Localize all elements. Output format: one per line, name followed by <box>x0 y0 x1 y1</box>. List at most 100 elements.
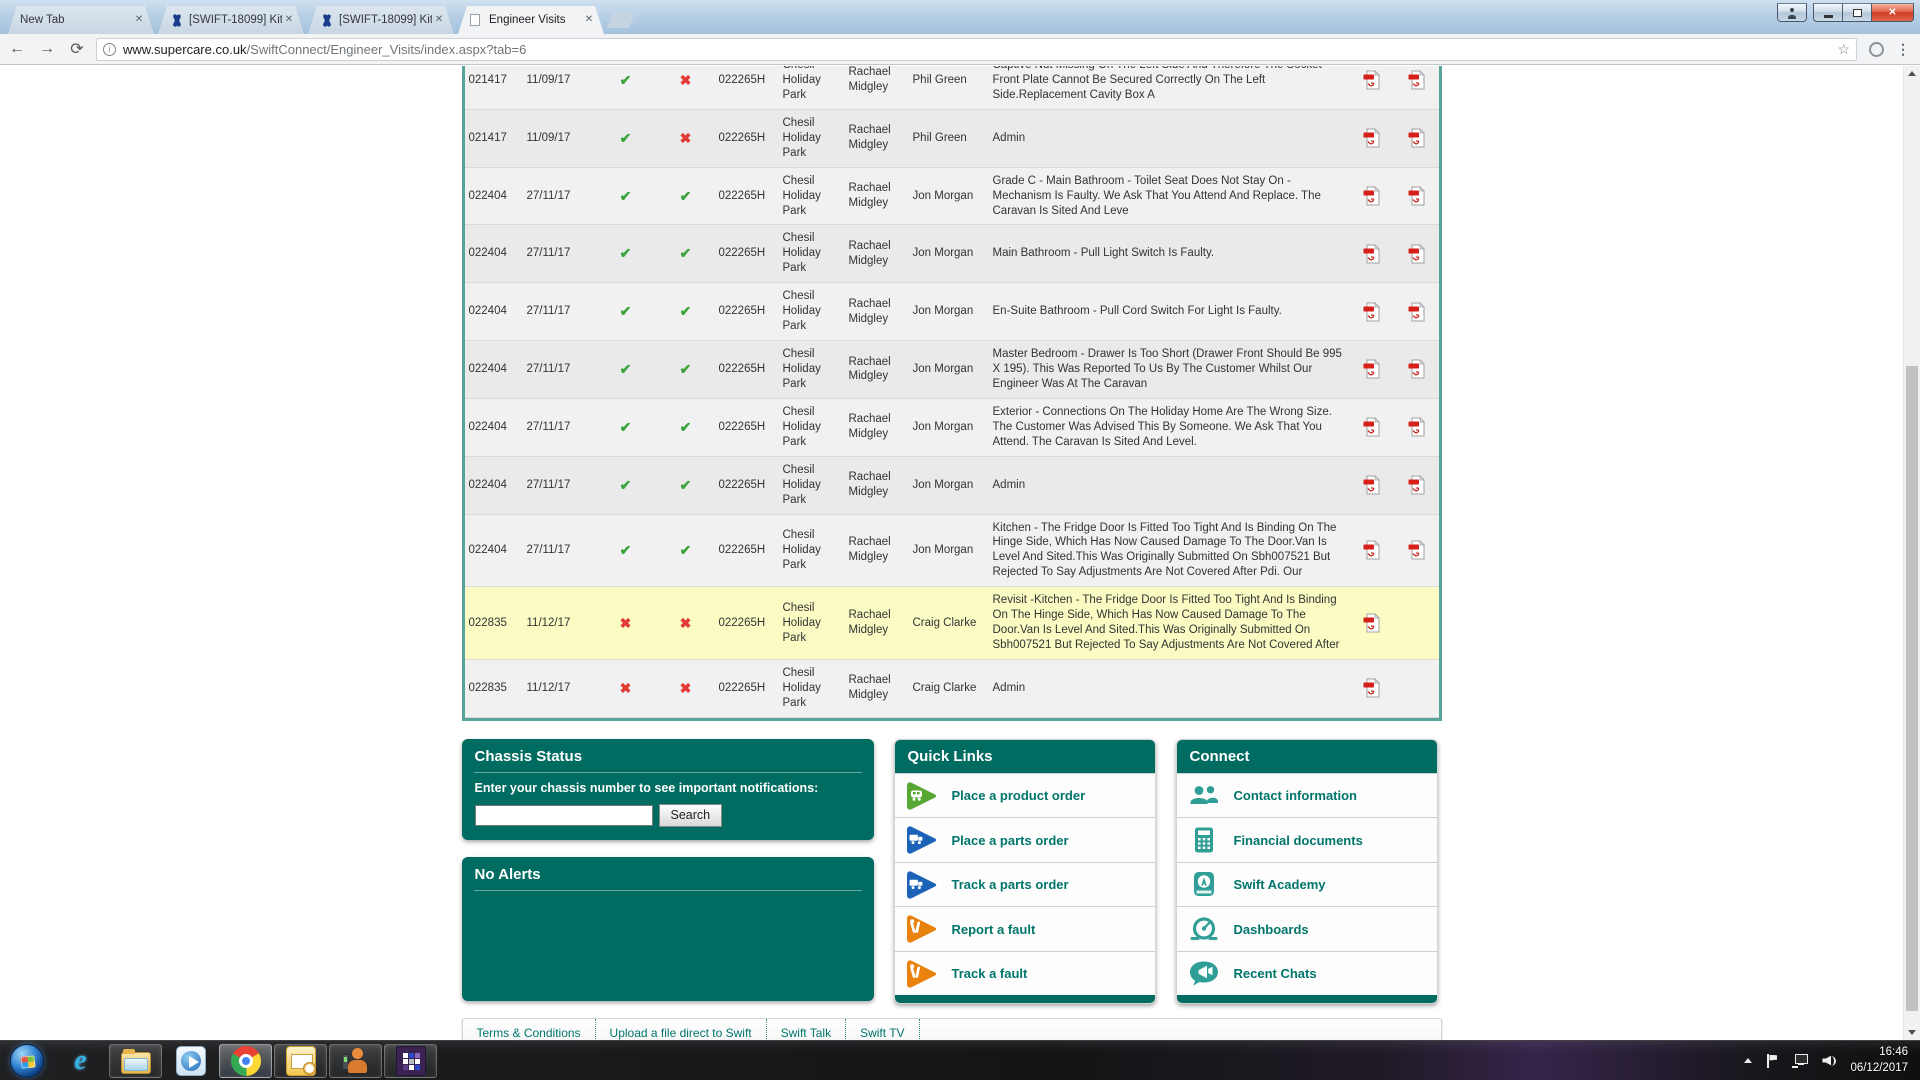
pdf-invoice-icon[interactable] <box>1408 74 1425 86</box>
pdf-invoice-icon[interactable] <box>1408 248 1425 260</box>
taskbar-app-button[interactable] <box>219 1044 272 1078</box>
maximize-button[interactable] <box>1842 3 1871 22</box>
pdf-invoice-icon[interactable] <box>1408 364 1425 376</box>
quick-link-item[interactable]: Place a product order <box>895 773 1155 818</box>
engineer-cell: Jon Morgan <box>909 456 989 514</box>
site-info-icon[interactable]: i <box>103 43 116 56</box>
pdf-report-icon[interactable] <box>1363 132 1380 144</box>
volume-icon[interactable] <box>1822 1054 1838 1068</box>
back-button[interactable]: ← <box>4 37 30 61</box>
pdf-report-icon[interactable] <box>1363 617 1380 629</box>
tray-expand-icon[interactable] <box>1744 1058 1752 1063</box>
tab-close-icon[interactable] <box>582 13 596 27</box>
pdf-report-icon[interactable] <box>1363 421 1380 433</box>
address-bar[interactable]: i www.supercare.co.uk/SwiftConnect/Engin… <box>96 38 1857 61</box>
contact-cell: Rachael Midgley <box>845 514 909 587</box>
pdf-report-icon[interactable] <box>1363 682 1380 694</box>
clock[interactable]: 16:46 06/12/2017 <box>1850 1045 1908 1076</box>
taskbar-app-button[interactable] <box>274 1044 327 1078</box>
pdf-report-icon[interactable] <box>1363 479 1380 491</box>
footer-link[interactable]: Upload a file direct to Swift <box>596 1019 767 1040</box>
engineer-cell: Jon Morgan <box>909 225 989 283</box>
start-button[interactable] <box>10 1044 44 1078</box>
scrollbar-up-arrow[interactable] <box>1904 66 1920 81</box>
quick-link-item[interactable]: Track a fault <box>895 951 1155 996</box>
quick-link-item[interactable]: Report a fault <box>895 906 1155 951</box>
footer-link[interactable]: Terms & Conditions <box>463 1019 596 1040</box>
engineer-cell: Phil Green <box>909 66 989 109</box>
engineer-cell: Jon Morgan <box>909 167 989 225</box>
scrollbar-down-arrow[interactable] <box>1904 1025 1920 1040</box>
taskbar-app-button[interactable] <box>109 1044 162 1078</box>
report-status-icon: ✖ <box>680 680 692 696</box>
bookmark-star-icon[interactable]: ☆ <box>1837 41 1850 58</box>
date-cell: 11/12/17 <box>523 660 595 718</box>
minimize-button[interactable] <box>1813 3 1842 22</box>
browser-tab[interactable]: New Tab <box>8 6 154 34</box>
browser-tab[interactable]: [SWIFT-18099] Kitchen - <box>308 6 454 34</box>
taskbar-app-button[interactable] <box>164 1044 217 1078</box>
pdf-report-icon[interactable] <box>1363 74 1380 86</box>
date-cell: 11/09/17 <box>523 109 595 167</box>
connect-item[interactable]: Recent Chats <box>1177 951 1437 996</box>
connect-item[interactable]: Dashboards <box>1177 906 1437 951</box>
action-center-flag-icon[interactable] <box>1766 1054 1778 1068</box>
table-row: 021417 11/09/17 ✔ ✖ 022265H Chesil Holid… <box>465 109 1439 167</box>
connect-item[interactable]: Financial documents <box>1177 817 1437 862</box>
pdf-cell <box>1394 167 1439 225</box>
pdf-report-icon[interactable] <box>1363 306 1380 318</box>
pdf-invoice-icon[interactable] <box>1408 190 1425 202</box>
connect-item[interactable]: Contact information <box>1177 773 1437 818</box>
browser-tab[interactable]: [SWIFT-18099] Kitchen - <box>158 6 304 34</box>
date-cell: 27/11/17 <box>523 398 595 456</box>
visit-status-icon: ✔ <box>620 477 632 493</box>
tab-close-icon[interactable] <box>282 13 296 27</box>
footer-link[interactable]: Swift TV <box>846 1019 919 1040</box>
contact-cell: Rachael Midgley <box>845 587 909 660</box>
browser-toolbar: ← → ⟳ i www.supercare.co.uk/SwiftConnect… <box>0 34 1920 65</box>
reload-button[interactable]: ⟳ <box>64 37 90 61</box>
quick-links-title: Quick Links <box>895 740 1155 773</box>
contact-cell: Rachael Midgley <box>845 341 909 399</box>
footer-link[interactable]: Swift Talk <box>767 1019 846 1040</box>
person-icon <box>1788 9 1796 17</box>
profile-button[interactable] <box>1777 3 1807 22</box>
taskbar-app-button[interactable] <box>384 1044 437 1078</box>
quick-link-arrow-icon <box>904 867 940 903</box>
pdf-invoice-icon[interactable] <box>1408 544 1425 556</box>
chassis-number-input[interactable] <box>475 805 653 826</box>
connect-item-label: Swift Academy <box>1234 877 1326 892</box>
tab-close-icon[interactable] <box>132 13 146 27</box>
job-number-cell: 021417 <box>465 109 523 167</box>
pdf-invoice-icon[interactable] <box>1408 306 1425 318</box>
pdf-report-icon[interactable] <box>1363 364 1380 376</box>
pdf-invoice-icon[interactable] <box>1408 479 1425 491</box>
forward-button[interactable]: → <box>34 37 60 61</box>
taskbar-app-button[interactable] <box>329 1044 382 1078</box>
pdf-report-icon[interactable] <box>1363 190 1380 202</box>
pdf-report-icon[interactable] <box>1363 544 1380 556</box>
browser-menu-icon[interactable]: ⋮ <box>1894 41 1912 58</box>
scrollbar-thumb[interactable] <box>1906 366 1918 1011</box>
chassis-cell: 022265H <box>715 225 779 283</box>
tab-close-icon[interactable] <box>432 13 446 27</box>
table-row: 022404 27/11/17 ✔ ✔ 022265H Chesil Holid… <box>465 167 1439 225</box>
extension-icon[interactable] <box>1869 42 1884 57</box>
new-tab-button[interactable] <box>607 13 636 28</box>
network-icon[interactable] <box>1792 1054 1808 1068</box>
chassis-cell: 022265H <box>715 398 779 456</box>
close-button[interactable] <box>1871 3 1914 22</box>
pdf-report-icon[interactable] <box>1363 248 1380 260</box>
park-cell: Chesil Holiday Park <box>779 660 845 718</box>
browser-tab[interactable]: Engineer Visits <box>458 6 604 34</box>
quick-link-item[interactable]: Place a parts order <box>895 817 1155 862</box>
quick-link-item[interactable]: Track a parts order <box>895 862 1155 907</box>
pdf-cell <box>1394 109 1439 167</box>
page-scrollbar[interactable] <box>1903 66 1920 1040</box>
pdf-invoice-icon[interactable] <box>1408 132 1425 144</box>
taskbar-app-button[interactable] <box>54 1044 107 1078</box>
search-button[interactable]: Search <box>659 804 723 827</box>
alerts-panel: No Alerts <box>462 857 874 1001</box>
pdf-invoice-icon[interactable] <box>1408 421 1425 433</box>
connect-item[interactable]: Swift Academy <box>1177 862 1437 907</box>
